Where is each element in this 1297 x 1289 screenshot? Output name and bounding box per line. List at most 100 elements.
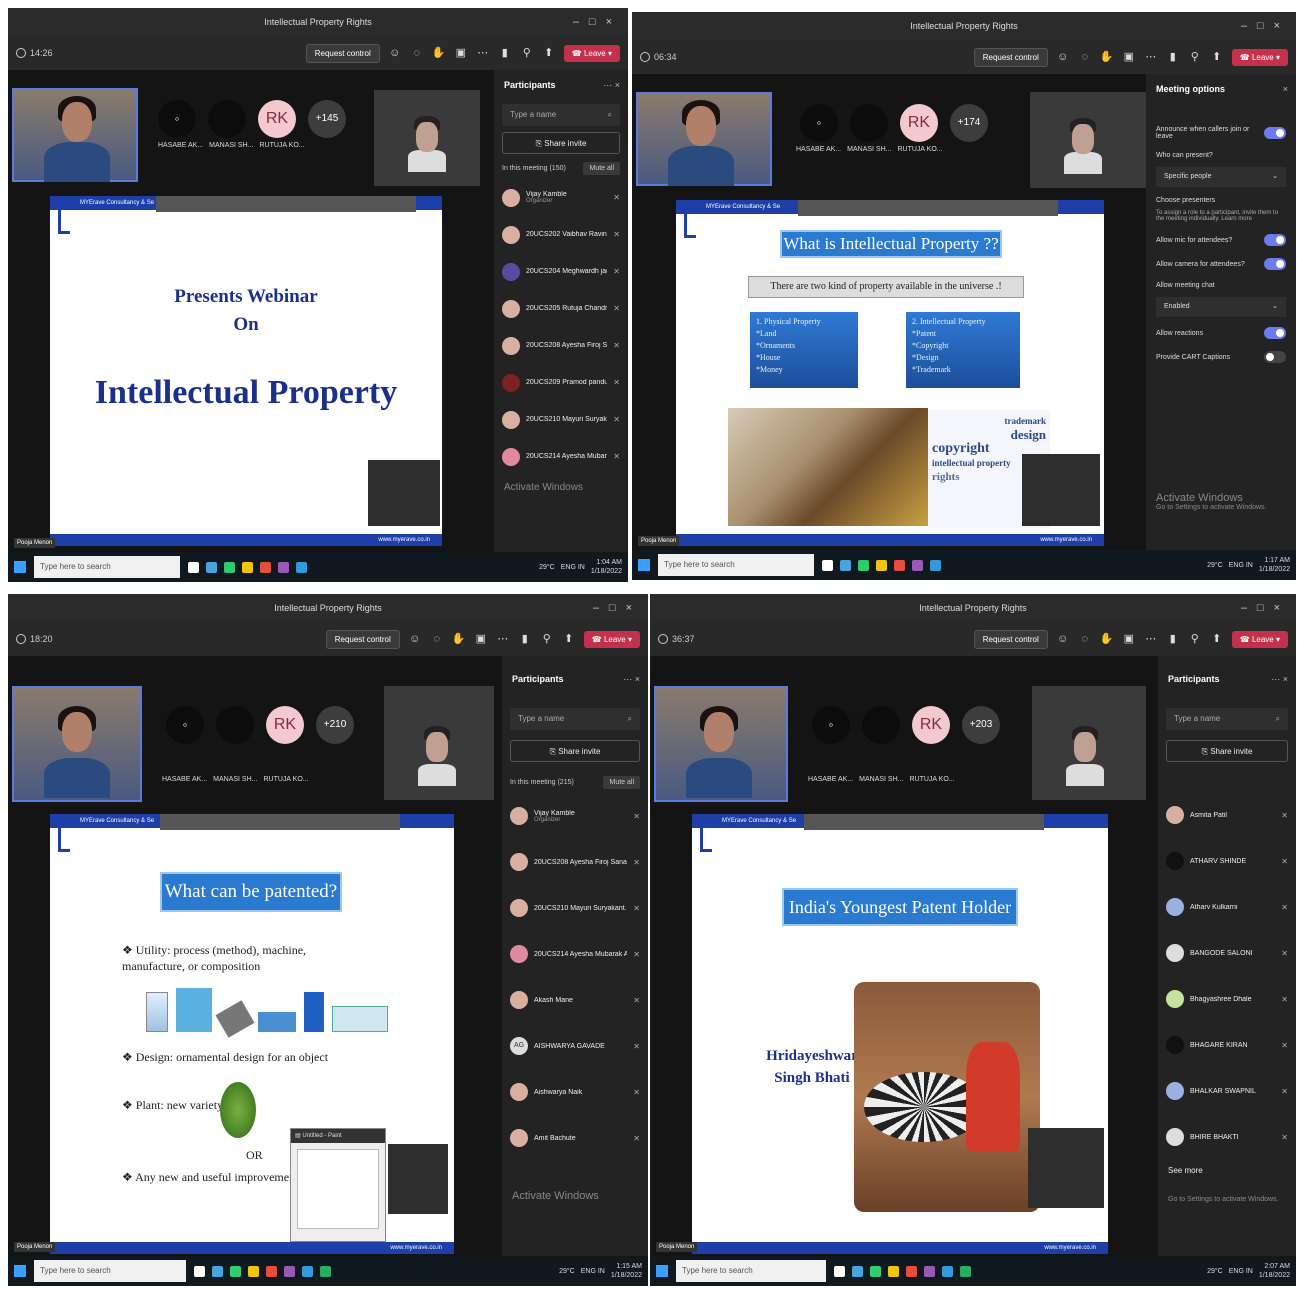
avatar[interactable]: ◦	[158, 100, 196, 138]
mic-icon[interactable]: ⚲	[520, 46, 534, 60]
list-item[interactable]: 20UCS208 Ayesha Firoj Sanadi ✕	[510, 839, 640, 885]
app-icon[interactable]	[870, 1265, 881, 1277]
camera-icon[interactable]: ▮	[498, 46, 512, 60]
app-icon[interactable]	[822, 559, 833, 571]
cart-toggle[interactable]	[1264, 351, 1286, 363]
list-item[interactable]: Asmita Patil ✕	[1166, 792, 1288, 838]
list-item[interactable]: Aishwarya Naik ✕	[510, 1069, 640, 1115]
app-icon[interactable]	[266, 1265, 277, 1277]
share-invite-button[interactable]: ⎘ Share invite	[502, 132, 620, 154]
list-item[interactable]: 20UCS209 Pramod pandurang... ✕	[502, 364, 620, 401]
window-controls[interactable]: –□×	[593, 594, 642, 622]
chat-icon[interactable]: ◌	[430, 632, 444, 646]
list-item[interactable]: 20UCS214 Ayesha Mubarak A... ✕	[502, 438, 620, 475]
list-item[interactable]: Vijay Kamble Organizer ✕	[502, 179, 620, 216]
search-input[interactable]: Type a name ⌕	[1166, 708, 1288, 730]
mute-all-button[interactable]: Mute all	[583, 162, 620, 175]
list-item[interactable]: Bhagyashree Dhale ✕	[1166, 976, 1288, 1022]
app-icon[interactable]	[224, 561, 235, 573]
who-present-select[interactable]: Specific people ⌄	[1156, 167, 1286, 187]
rooms-icon[interactable]: ▣	[474, 632, 488, 646]
leave-button[interactable]: ☎ Leave ▾	[1231, 48, 1288, 66]
share-icon[interactable]: ⬆	[1210, 632, 1224, 646]
mic-icon[interactable]: ⚲	[1188, 632, 1202, 646]
mute-all-button[interactable]: Mute all	[603, 776, 640, 789]
paint-window[interactable]: ▤ Untitled - Paint	[290, 1128, 386, 1242]
list-item[interactable]: BHALKAR SWAPNIL ✕	[1166, 1068, 1288, 1114]
list-item[interactable]: 20UCS208 Ayesha Firoj Sanadi ✕	[502, 327, 620, 364]
window-controls[interactable]: –□×	[1241, 594, 1290, 622]
announce-toggle[interactable]	[1264, 127, 1286, 139]
chat-select[interactable]: Enabled ⌄	[1156, 297, 1286, 317]
app-icon[interactable]	[320, 1265, 331, 1277]
language-indicator[interactable]: ENG IN	[1229, 562, 1253, 569]
request-control-button[interactable]: Request control	[973, 629, 1048, 649]
list-item[interactable]: 20UCS210 Mayuri Suryakant... ✕	[510, 885, 640, 931]
avatar[interactable]	[850, 104, 888, 142]
app-icon[interactable]	[302, 1265, 313, 1277]
app-icon[interactable]	[230, 1265, 241, 1277]
camera-icon[interactable]: ▮	[1166, 632, 1180, 646]
list-item[interactable]: Akash Mane ✕	[510, 977, 640, 1023]
avatar[interactable]	[216, 706, 254, 744]
more-icon[interactable]: ⋯	[496, 632, 510, 646]
app-icon[interactable]	[858, 559, 869, 571]
windows-start-icon[interactable]	[638, 559, 650, 571]
reactions-toggle[interactable]	[1264, 327, 1286, 339]
chat-icon[interactable]: ◌	[410, 46, 424, 60]
list-item[interactable]: BANGODE SALONI ✕	[1166, 930, 1288, 976]
search-input[interactable]: Type a name ⌕	[502, 104, 620, 126]
rooms-icon[interactable]: ▣	[454, 46, 468, 60]
reactions-icon[interactable]: ✋	[1100, 50, 1114, 64]
list-item[interactable]: BHAGARE KIRAN ✕	[1166, 1022, 1288, 1068]
mic-icon[interactable]: ⚲	[1188, 50, 1202, 64]
list-item[interactable]: AG AISHWARYA GAVADE ✕	[510, 1023, 640, 1069]
more-participants-badge[interactable]: +210	[316, 706, 354, 744]
language-indicator[interactable]: ENG IN	[561, 564, 585, 571]
rooms-icon[interactable]: ▣	[1122, 632, 1136, 646]
language-indicator[interactable]: ENG IN	[1229, 1268, 1253, 1275]
people-icon[interactable]: ☺	[1056, 50, 1070, 64]
reactions-icon[interactable]: ✋	[1100, 632, 1114, 646]
app-icon[interactable]	[930, 559, 941, 571]
camera-icon[interactable]: ▮	[518, 632, 532, 646]
app-icon[interactable]	[242, 561, 253, 573]
language-indicator[interactable]: ENG IN	[581, 1268, 605, 1275]
camera-toggle[interactable]	[1264, 258, 1286, 270]
list-item[interactable]: ATHARV SHINDE ✕	[1166, 838, 1288, 884]
app-icon[interactable]	[296, 561, 307, 573]
request-control-button[interactable]: Request control	[305, 43, 380, 63]
list-item[interactable]: Vijay Kamble Organizer ✕	[510, 793, 640, 839]
list-item[interactable]: 20UCS214 Ayesha Mubarak A... ✕	[510, 931, 640, 977]
avatar[interactable]	[862, 706, 900, 744]
close-icon[interactable]: ⋯ ×	[623, 674, 640, 685]
more-participants-badge[interactable]: +174	[950, 104, 988, 142]
app-icon[interactable]	[888, 1265, 899, 1277]
chat-icon[interactable]: ◌	[1078, 50, 1092, 64]
app-icon[interactable]	[912, 559, 923, 571]
chat-icon[interactable]: ◌	[1078, 632, 1092, 646]
taskbar-search[interactable]: Type here to search	[34, 1260, 186, 1282]
leave-button[interactable]: ☎ Leave ▾	[563, 44, 620, 62]
app-icon[interactable]	[960, 1265, 971, 1277]
request-control-button[interactable]: Request control	[325, 629, 400, 649]
avatar[interactable]	[208, 100, 246, 138]
close-icon[interactable]: ×	[1283, 84, 1288, 94]
list-item[interactable]: 20UCS204 Meghwardh jagann... ✕	[502, 253, 620, 290]
leave-button[interactable]: ☎ Leave ▾	[583, 630, 640, 648]
people-icon[interactable]: ☺	[388, 46, 402, 60]
taskbar-search[interactable]: Type here to search	[676, 1260, 826, 1282]
app-icon[interactable]	[206, 561, 217, 573]
more-icon[interactable]: ⋯	[476, 46, 490, 60]
share-icon[interactable]: ⬆	[562, 632, 576, 646]
reactions-icon[interactable]: ✋	[452, 632, 466, 646]
app-icon[interactable]	[278, 561, 289, 573]
request-control-button[interactable]: Request control	[973, 47, 1048, 67]
avatar-rk[interactable]: RK	[912, 706, 950, 744]
window-controls[interactable]: –□×	[573, 8, 622, 36]
app-icon[interactable]	[248, 1265, 259, 1277]
app-icon[interactable]	[260, 561, 271, 573]
reactions-icon[interactable]: ✋	[432, 46, 446, 60]
more-participants-badge[interactable]: +145	[308, 100, 346, 138]
windows-start-icon[interactable]	[14, 1265, 26, 1277]
